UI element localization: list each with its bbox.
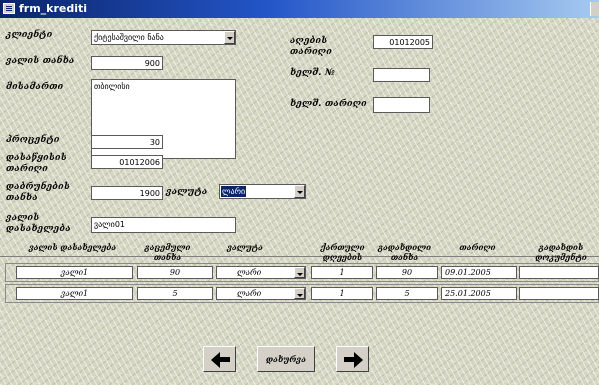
row-document-cell[interactable] (519, 287, 599, 300)
debt-name-label: ვალის დასახელება (6, 213, 71, 234)
section-divider (0, 256, 599, 257)
client-combo[interactable]: ქიტესაშვილი ნანა (91, 30, 236, 45)
client-value: ქიტესაშვილი ნანა (94, 33, 164, 42)
arrow-left-icon[interactable] (203, 346, 236, 372)
form-body: კლიენტი ქიტესაშვილი ნანა ვალის თანხა 900… (0, 18, 599, 385)
chevron-down-icon[interactable] (294, 185, 305, 198)
grid-header-document: გადახდის დოკუმენტი (535, 242, 587, 262)
installment-field[interactable]: 1900 (91, 186, 163, 200)
issue-date-field[interactable]: 01012005 (373, 35, 433, 49)
grid-header-currency: ვალუტა (227, 242, 263, 252)
close-button[interactable]: დახურვა (257, 346, 315, 372)
row-paid-cell[interactable]: 5 (376, 287, 438, 300)
arrow-right-icon[interactable] (336, 346, 369, 372)
form-icon (3, 3, 15, 14)
doc-no-label: ხელშ. № (290, 68, 335, 78)
row-given-cell[interactable]: 5 (137, 287, 213, 300)
chevron-down-icon[interactable] (294, 288, 305, 299)
row-currency-value: ლარი (237, 289, 262, 298)
debt-name-field[interactable]: ვალი01 (91, 217, 236, 233)
grid-header-date: თარიღი (459, 242, 496, 252)
issue-date-label: აღების თარიღი (290, 36, 332, 57)
row-days-cell[interactable]: 1 (311, 287, 373, 300)
currency-value: ლარი (221, 186, 247, 197)
chevron-down-icon[interactable] (294, 267, 305, 278)
grid-header-given: გაცემული თანხა (144, 242, 191, 262)
grid-header-days: ქართული დღეების (320, 242, 365, 262)
client-label: კლიენტი (6, 30, 53, 40)
debt-amount-field[interactable]: 900 (91, 56, 163, 70)
start-date-field[interactable]: 01012006 (91, 155, 163, 169)
row-given-cell[interactable]: 90 (137, 266, 213, 279)
form-window: frm_krediti კლიენტი ქიტესაშვილი ნანა ვალ… (0, 0, 599, 385)
chevron-down-icon[interactable] (224, 31, 235, 44)
row-currency-combo[interactable]: ლარი (216, 266, 306, 279)
window-control-button[interactable] (590, 2, 599, 16)
doc-date-field[interactable] (373, 97, 430, 113)
currency-label: ვალუტა (166, 187, 208, 197)
row-date-cell[interactable]: 09.01.2005 (441, 266, 517, 279)
currency-combo[interactable]: ლარი (219, 184, 306, 199)
doc-no-field[interactable] (373, 68, 430, 82)
grid-header-paid: გადახდილი თანხა (377, 242, 431, 262)
row-days-cell[interactable]: 1 (311, 266, 373, 279)
row-name-cell[interactable]: ვალი1 (16, 287, 133, 300)
window-title: frm_krediti (19, 2, 88, 15)
installment-label: დაბრუნების თანხა (6, 182, 70, 203)
row-date-cell[interactable]: 25.01.2005 (441, 287, 517, 300)
grid-header-name: ვალის დასახელება (28, 242, 117, 252)
percent-field[interactable]: 30 (91, 135, 163, 149)
row-currency-value: ლარი (237, 268, 262, 277)
start-date-label: დასაწყისის თარიღი (6, 153, 67, 174)
row-currency-combo[interactable]: ლარი (216, 287, 306, 300)
debt-amount-label: ვალის თანხა (6, 56, 75, 66)
title-bar: frm_krediti (0, 0, 599, 18)
row-name-cell[interactable]: ვალი1 (16, 266, 133, 279)
row-document-cell[interactable] (519, 266, 599, 279)
address-label: მისამართი (6, 82, 64, 92)
percent-label: პროცენტი (6, 135, 60, 145)
doc-date-label: ხელშ. თარიღი (290, 99, 367, 109)
row-paid-cell[interactable]: 90 (376, 266, 438, 279)
